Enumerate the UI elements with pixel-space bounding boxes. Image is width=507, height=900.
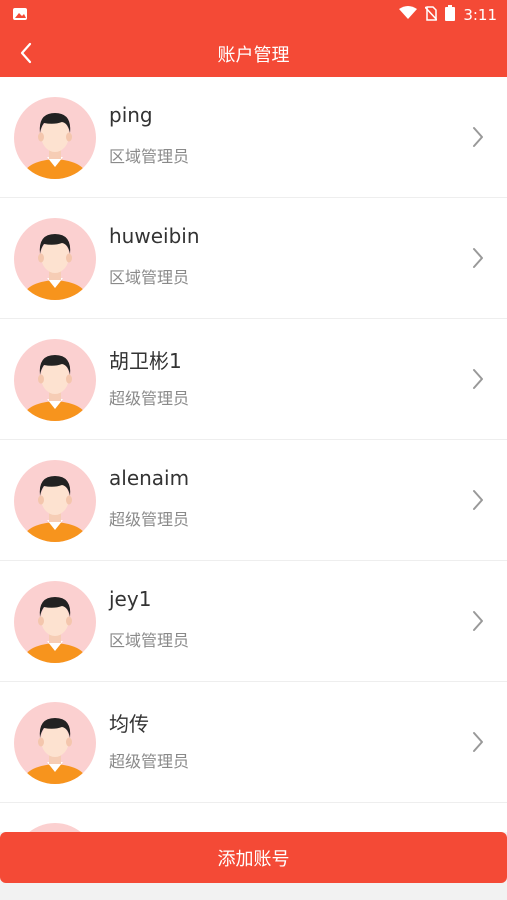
account-role: 区域管理员 (109, 631, 190, 650)
account-name: alenaim (109, 466, 190, 490)
account-role: 超级管理员 (109, 510, 190, 529)
account-row[interactable]: 胡卫彬1 超级管理员 (0, 319, 507, 440)
account-name: huweibin (109, 224, 200, 248)
chevron-right-icon (471, 610, 485, 632)
chevron-right-icon (471, 247, 485, 269)
image-icon (12, 6, 28, 25)
chevron-right-icon (471, 489, 485, 511)
bottom-bar: 添加账号 (0, 832, 507, 900)
avatar (14, 702, 96, 784)
avatar (14, 823, 96, 832)
status-time: 3:11 (463, 6, 497, 24)
account-role: 超级管理员 (109, 389, 190, 408)
account-list: ping 区域管理员 huweibin 区域管理员 胡卫彬1 超级管理员 ale… (0, 77, 507, 832)
account-role: 区域管理员 (109, 268, 190, 287)
account-row[interactable]: alenaim 超级管理员 (0, 440, 507, 561)
account-row[interactable]: jey1 区域管理员 (0, 561, 507, 682)
page-title: 账户管理 (217, 44, 290, 66)
avatar (14, 218, 96, 300)
chevron-right-icon (471, 731, 485, 753)
account-row[interactable]: huweibin 区域管理员 (0, 198, 507, 319)
account-name: jey1 (109, 587, 152, 611)
avatar (14, 581, 96, 663)
account-name: 均传 (109, 712, 149, 736)
battery-icon (445, 5, 456, 25)
avatar (14, 97, 96, 179)
chevron-right-icon (471, 368, 485, 390)
account-role: 区域管理员 (109, 147, 190, 166)
avatar (14, 460, 96, 542)
account-role: 超级管理员 (109, 752, 190, 771)
add-account-button[interactable]: 添加账号 (0, 832, 507, 883)
no-sim-icon (424, 5, 438, 25)
account-name: 胡卫彬1 (109, 349, 182, 373)
account-row-partial[interactable] (0, 803, 507, 832)
account-row[interactable]: 均传 超级管理员 (0, 682, 507, 803)
account-name: ping (109, 103, 153, 127)
wifi-icon (399, 6, 418, 24)
avatar (14, 339, 96, 421)
status-right: 3:11 (399, 5, 497, 25)
chevron-right-icon (471, 126, 485, 148)
account-row[interactable]: ping 区域管理员 (0, 77, 507, 198)
status-bar: 3:11 (0, 0, 507, 30)
nav-bar: 账户管理 (0, 30, 507, 77)
